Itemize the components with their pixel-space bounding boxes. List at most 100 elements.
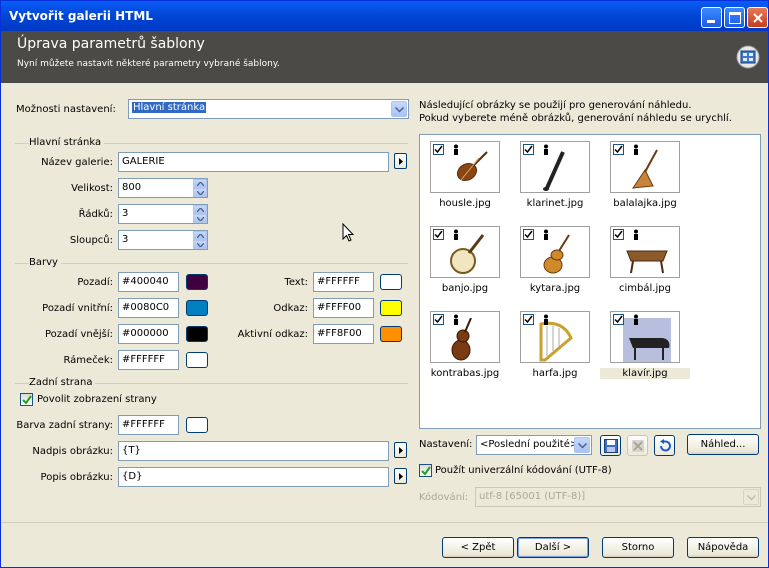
next-button[interactable]: Další > (517, 537, 589, 558)
inner-bg-color-field[interactable]: #0080C0 (118, 298, 179, 318)
text-label: Text: (284, 277, 308, 288)
back-bg-color-swatch[interactable] (186, 417, 208, 433)
image-desc-field[interactable]: {D} (118, 467, 389, 487)
options-select[interactable]: Hlavní stránka (128, 99, 409, 119)
title-bar[interactable]: Vytvořit galerii HTML (1, 1, 768, 31)
arrow-right-icon (399, 473, 403, 480)
spin-up-icon (197, 182, 204, 186)
save-settings-button[interactable] (600, 435, 621, 456)
thumbnail-checkbox[interactable] (613, 144, 624, 155)
thumbnail-checkbox[interactable] (523, 144, 534, 155)
thumbnail-5[interactable] (520, 226, 590, 278)
spin-up-button[interactable] (193, 179, 207, 188)
link-color-field[interactable]: #FFFF00 (313, 298, 374, 318)
thumbnail-checkbox[interactable] (613, 229, 624, 240)
reset-settings-button[interactable] (654, 435, 675, 456)
thumbnail-caption: klarinet.jpg (526, 198, 584, 209)
rows-spinner[interactable]: 3 (118, 204, 208, 224)
settings-dropdown-arrow[interactable] (574, 437, 590, 453)
maximize-button[interactable] (724, 7, 745, 28)
thumbnail-checkbox[interactable] (613, 314, 624, 325)
encoding-dropdown-arrow[interactable] (743, 489, 759, 505)
utf8-checkbox[interactable] (419, 464, 432, 477)
encoding-selected-value: utf-8 [65001 (UTF-8)] (479, 491, 586, 502)
frame-color-field[interactable]: #FFFFFF (118, 350, 179, 370)
gallery-name-field[interactable]: GALERIE (118, 152, 389, 172)
cols-spinner[interactable]: 3 (118, 230, 208, 250)
checkmark-icon (524, 145, 533, 154)
image-caption-menu-button[interactable] (394, 442, 407, 458)
active-link-color-field[interactable]: #FF8F00 (313, 324, 374, 344)
spin-down-icon (197, 217, 204, 221)
text-color-swatch[interactable] (380, 274, 402, 290)
size-value: 800 (122, 182, 142, 193)
back-button[interactable]: < Zpět (442, 537, 514, 558)
inner-bg-label: Pozadí vnitřní: (42, 303, 113, 314)
back-bg-color-field[interactable]: #FFFFFF (118, 415, 179, 435)
close-button[interactable] (747, 7, 768, 28)
help-button[interactable]: Nápověda (687, 537, 759, 558)
delete-settings-button[interactable] (627, 435, 648, 456)
size-spin-buttons[interactable] (193, 179, 207, 197)
window-title: Vytvořit galerii HTML (9, 9, 153, 23)
musician-icon (634, 144, 638, 155)
checkmark-icon (421, 466, 431, 476)
enable-back-side-label: Povolit zobrazení strany (37, 394, 157, 405)
thumbnail-checkbox[interactable] (433, 144, 444, 155)
image-caption-field[interactable]: {T} (118, 441, 389, 461)
musician-icon (454, 144, 458, 155)
save-icon (604, 439, 618, 453)
thumbnail-8[interactable] (520, 311, 590, 363)
thumbnail-list[interactable]: housle.jpg klarinet.jpg balalajka.jpg banjo… (419, 134, 761, 429)
outer-bg-color-field[interactable]: #000000 (118, 324, 179, 344)
header-title: Úprava parametrů šablony (17, 36, 205, 52)
checkmark-icon (434, 145, 443, 154)
outer-bg-color-swatch[interactable] (186, 326, 208, 342)
thumbnail-1[interactable] (430, 141, 500, 193)
minimize-button[interactable] (701, 7, 722, 28)
spin-down-button[interactable] (193, 214, 207, 223)
thumbnail-9[interactable] (610, 311, 680, 363)
musician-icon (544, 229, 548, 240)
frame-color-swatch[interactable] (186, 352, 208, 368)
thumbnail-7[interactable] (430, 311, 500, 363)
image-desc-menu-button[interactable] (394, 468, 407, 484)
settings-select[interactable]: <Poslední použité> (476, 435, 592, 455)
gallery-name-menu-button[interactable] (394, 153, 407, 169)
thumbnail-checkbox[interactable] (433, 229, 444, 240)
preview-button[interactable]: Náhled... (687, 434, 759, 455)
spin-down-button[interactable] (193, 240, 207, 249)
thumbnail-checkbox[interactable] (523, 229, 534, 240)
dialog-window: Vytvořit galerii HTML Úprava parametrů š… (0, 0, 769, 568)
thumbnail-2[interactable] (520, 141, 590, 193)
minimize-icon (707, 20, 715, 23)
thumbnail-6[interactable] (610, 226, 680, 278)
spin-down-button[interactable] (193, 188, 207, 197)
thumbnail-checkbox[interactable] (433, 314, 444, 325)
active-link-color-swatch[interactable] (380, 326, 402, 342)
spin-up-button[interactable] (193, 205, 207, 214)
rows-spin-buttons[interactable] (193, 205, 207, 223)
inner-bg-color-swatch[interactable] (186, 300, 208, 316)
thumbnail-3[interactable] (610, 141, 680, 193)
background-color-field[interactable]: #400040 (118, 272, 179, 292)
main-page-group-title: Hlavní stránka (29, 137, 105, 148)
spin-up-button[interactable] (193, 231, 207, 240)
settings-label: Nastavení: (419, 439, 473, 450)
cols-spin-buttons[interactable] (193, 231, 207, 249)
thumbnail-4[interactable] (430, 226, 500, 278)
musician-icon (634, 314, 638, 325)
enable-back-side-checkbox[interactable] (20, 393, 33, 406)
text-color-field[interactable]: #FFFFFF (313, 272, 374, 292)
musician-icon (454, 229, 458, 240)
link-color-swatch[interactable] (380, 300, 402, 316)
options-dropdown-arrow[interactable] (391, 101, 407, 117)
musician-icon (544, 314, 548, 325)
encoding-select[interactable]: utf-8 [65001 (UTF-8)] (475, 487, 761, 507)
background-label: Pozadí: (77, 277, 113, 288)
background-color-swatch[interactable] (186, 274, 208, 290)
size-label: Velikost: (71, 183, 113, 194)
size-spinner[interactable]: 800 (118, 178, 208, 198)
thumbnail-checkbox[interactable] (523, 314, 534, 325)
cancel-button[interactable]: Storno (602, 537, 674, 558)
